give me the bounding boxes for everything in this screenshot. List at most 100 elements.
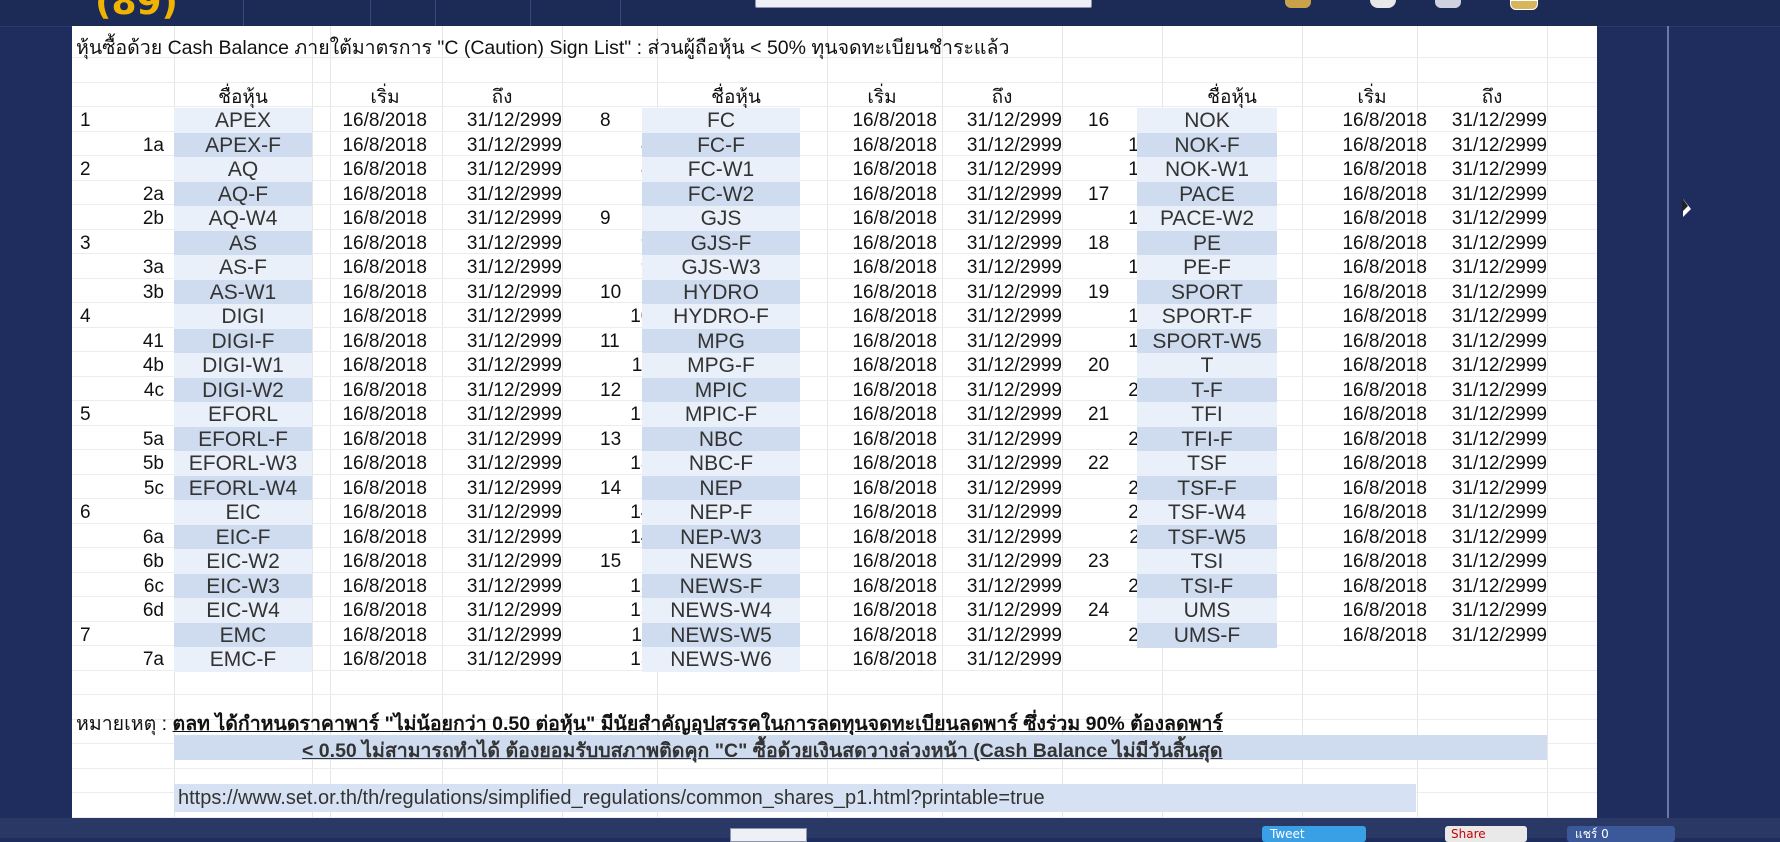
table-row: 16 NOK 16/8/2018 31/12/2999 (72, 108, 1597, 133)
table-row: 19 SPORT 16/8/2018 31/12/2999 (72, 280, 1597, 305)
start-date: 16/8/2018 (1342, 478, 1427, 499)
end-date: 31/12/2999 (1451, 110, 1547, 131)
toolbar-divider (530, 0, 531, 26)
table-row: 17 PACE 16/8/2018 31/12/2999 (72, 182, 1597, 207)
avatar[interactable] (1510, 0, 1538, 10)
table-row: 16aNOK-F16/8/201831/12/2999 (72, 133, 1597, 158)
start-date: 16/8/2018 (1342, 331, 1427, 352)
stock-symbol[interactable]: TSF (1137, 451, 1277, 476)
table-row: 21aTFI-F16/8/201831/12/2999 (72, 427, 1597, 452)
end-date: 31/12/2999 (1451, 184, 1547, 205)
end-date: 31/12/2999 (1451, 135, 1547, 156)
end-date: 31/12/2999 (1451, 355, 1547, 376)
stock-symbol[interactable]: PACE-W2 (1137, 206, 1277, 231)
end-date: 31/12/2999 (1451, 306, 1547, 327)
end-date: 31/12/2999 (966, 649, 1062, 670)
content-border (1667, 26, 1669, 818)
search-input[interactable] (755, 0, 1092, 8)
stock-symbol[interactable]: PE (1137, 231, 1277, 256)
notification-icon[interactable] (1285, 0, 1311, 8)
toolbar-divider (370, 0, 371, 26)
stock-symbol[interactable]: SPORT-F (1137, 304, 1277, 329)
end-date: 31/12/2999 (1451, 478, 1547, 499)
page-input[interactable] (730, 828, 807, 842)
start-date: 16/8/2018 (1342, 551, 1427, 572)
stock-symbol[interactable]: TSF-W4 (1137, 500, 1277, 525)
mouse-cursor-icon (1682, 198, 1691, 217)
end-date: 31/12/2999 (1451, 453, 1547, 474)
table-row: 20 T 16/8/2018 31/12/2999 (72, 353, 1597, 378)
stock-symbol[interactable]: TSF-W5 (1137, 525, 1277, 550)
table-row: 21 TFI 16/8/2018 31/12/2999 (72, 402, 1597, 427)
start-date: 16/8/2018 (1342, 453, 1427, 474)
share-button[interactable]: Share (1445, 826, 1527, 842)
note-line-2: < 0.50 ไม่สามารถทำได้ ต้องยอมรับบสภาพติด… (302, 740, 1223, 762)
menu-icon[interactable] (1435, 0, 1461, 8)
stock-symbol[interactable]: PACE (1137, 182, 1277, 207)
start-date: 16/8/2018 (1342, 527, 1427, 548)
stock-symbol[interactable]: TSI (1137, 549, 1277, 574)
end-date: 31/12/2999 (1451, 380, 1547, 401)
toolbar-divider (435, 0, 436, 26)
stock-symbol[interactable]: SPORT-W5 (1137, 329, 1277, 354)
table-row: 23aTSI-F16/8/201831/12/2999 (72, 574, 1597, 599)
start-date: 16/8/2018 (1342, 429, 1427, 450)
note-label: หมายเหตุ : (76, 713, 173, 735)
stock-symbol[interactable]: UMS (1137, 598, 1277, 623)
note-text-1: ตลท ได้กำหนดราคาพาร์ "ไม่น้อยกว่า 0.50 ต… (172, 713, 1223, 735)
end-date: 31/12/2999 (1451, 208, 1547, 229)
end-date: 31/12/2999 (1451, 282, 1547, 303)
table-row: 19bSPORT-W516/8/201831/12/2999 (72, 329, 1597, 354)
profile-icon[interactable] (1370, 0, 1396, 8)
start-date: 16/8/2018 (1342, 135, 1427, 156)
stock-symbol[interactable]: NEWS-W6 (642, 647, 800, 672)
start-date: 16/8/2018 (1342, 502, 1427, 523)
end-date: 31/12/2999 (1451, 429, 1547, 450)
end-date: 31/12/2999 (1451, 527, 1547, 548)
facebook-share-button[interactable]: แชร์ 0 (1567, 826, 1675, 842)
stock-symbol[interactable]: TSF-F (1137, 476, 1277, 501)
stock-symbol[interactable]: PE-F (1137, 255, 1277, 280)
start-date: 16/8/2018 (1342, 600, 1427, 621)
start-date: 16/8/2018 (1342, 404, 1427, 425)
end-date: 31/12/2999 (1451, 625, 1547, 646)
end-date: 31/12/2999 (1451, 600, 1547, 621)
stock-symbol[interactable]: NOK-F (1137, 133, 1277, 158)
sheet-title: หุ้นซื้อด้วย Cash Balance ภายใต้มาตรการ … (76, 37, 1010, 59)
tweet-button[interactable]: Tweet (1262, 826, 1366, 842)
start-date: 16/8/2018 (1342, 282, 1427, 303)
table-row: 24aUMS-F16/8/201831/12/2999 (72, 623, 1597, 648)
stock-symbol[interactable]: NOK-W1 (1137, 157, 1277, 182)
spreadsheet-image: หุ้นซื้อด้วย Cash Balance ภายใต้มาตรการ … (72, 26, 1597, 818)
source-url[interactable]: https://www.set.or.th/th/regulations/sim… (178, 787, 1045, 810)
end-date: 31/12/2999 (1451, 159, 1547, 180)
stock-symbol[interactable]: UMS-F (1137, 623, 1277, 648)
stock-symbol[interactable]: SPORT (1137, 280, 1277, 305)
table-row: 17aPACE-W216/8/201831/12/2999 (72, 206, 1597, 231)
end-date: 31/12/2999 (1451, 233, 1547, 254)
table-row: 22bTSF-W416/8/201831/12/2999 (72, 500, 1597, 525)
end-date: 31/12/2999 (1451, 331, 1547, 352)
start-date: 16/8/2018 (1342, 355, 1427, 376)
table-row: 16bNOK-W116/8/201831/12/2999 (72, 157, 1597, 182)
start-date: 16/8/2018 (1342, 233, 1427, 254)
start-date: 16/8/2018 (1342, 110, 1427, 131)
start-date: 16/8/2018 (1342, 576, 1427, 597)
end-date: 31/12/2999 (1451, 551, 1547, 572)
stock-symbol[interactable]: NOK (1137, 108, 1277, 133)
end-date: 31/12/2999 (1451, 257, 1547, 278)
top-toolbar: (89) (0, 0, 1780, 27)
table-row: 23 TSI 16/8/2018 31/12/2999 (72, 549, 1597, 574)
stock-symbol[interactable]: TFI (1137, 402, 1277, 427)
start-date: 16/8/2018 (1342, 184, 1427, 205)
stock-symbol[interactable]: TSI-F (1137, 574, 1277, 599)
end-date: 31/12/2999 (1451, 502, 1547, 523)
stock-symbol[interactable]: TFI-F (1137, 427, 1277, 452)
site-logo[interactable]: (89) (95, 0, 178, 23)
table-row: 24 UMS 16/8/2018 31/12/2999 (72, 598, 1597, 623)
end-date: 31/12/2999 (1451, 404, 1547, 425)
start-date: 16/8/2018 (852, 649, 937, 670)
stock-symbol[interactable]: T-F (1137, 378, 1277, 403)
stock-symbol[interactable]: T (1137, 353, 1277, 378)
end-date: 31/12/2999 (1451, 576, 1547, 597)
